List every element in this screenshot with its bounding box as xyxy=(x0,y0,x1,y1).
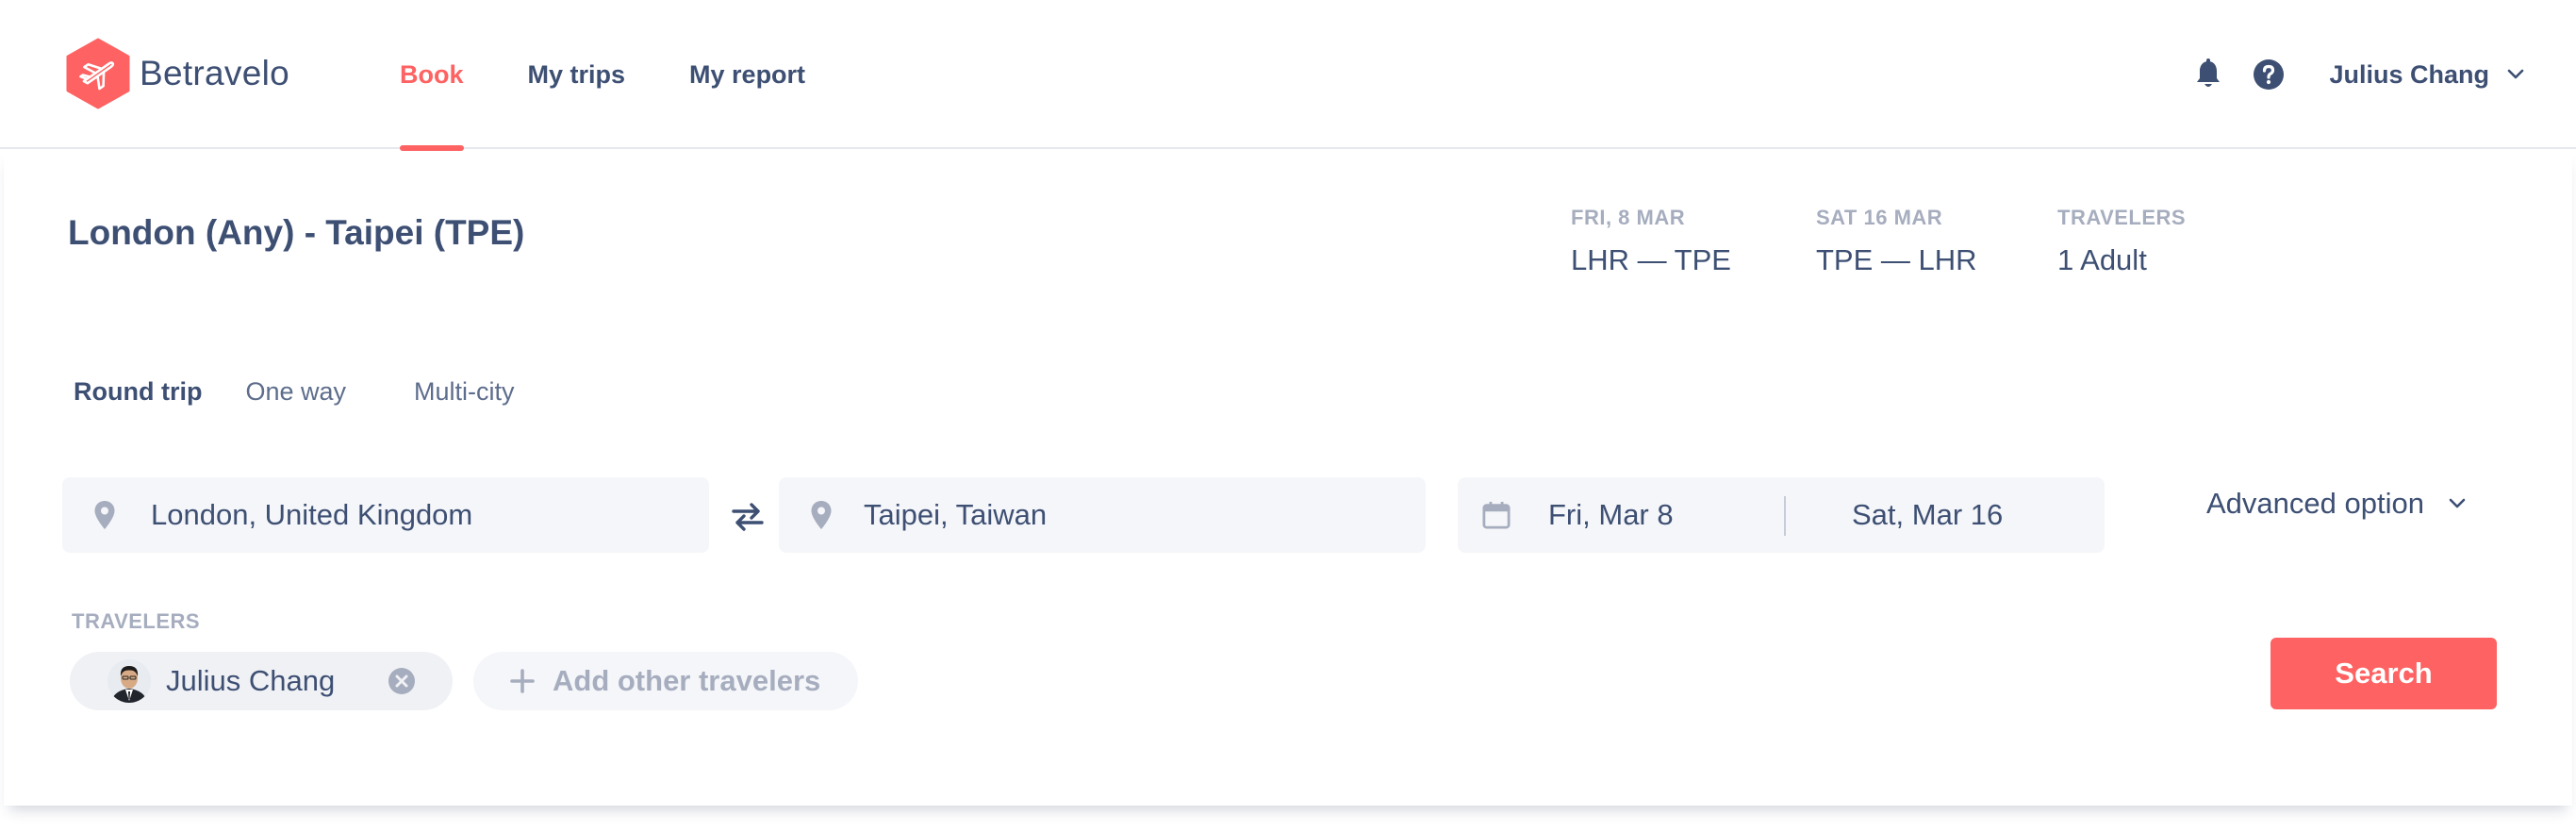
calendar-icon xyxy=(1482,498,1511,532)
swap-icon[interactable] xyxy=(726,498,769,536)
traveler-name: Julius Chang xyxy=(166,664,336,697)
return-date-value[interactable]: Sat, Mar 16 xyxy=(1852,498,2003,532)
header-actions: Julius Chang xyxy=(2189,53,2527,96)
trip-type-multi-city[interactable]: Multi-city xyxy=(414,377,515,407)
summary-return-route: TPE — LHR xyxy=(1816,243,1977,276)
destination-value: Taipei, Taiwan xyxy=(864,498,1048,531)
search-card: London (Any) - Taipei (TPE) FRI, 8 MAR L… xyxy=(4,151,2572,806)
location-pin-icon xyxy=(807,498,835,532)
brand-logo[interactable]: Betravelo xyxy=(66,38,289,109)
depart-date-value[interactable]: Fri, Mar 8 xyxy=(1548,498,1674,532)
top-header: Betravelo Book My trips My report Julius… xyxy=(0,0,2576,151)
summary-return: SAT 16 MAR TPE — LHR xyxy=(1816,206,1977,277)
remove-traveler-icon[interactable] xyxy=(388,667,416,695)
avatar xyxy=(107,659,151,703)
origin-field[interactable]: London, United Kingdom xyxy=(62,477,709,553)
summary-travelers: TRAVELERS 1 Adult xyxy=(2057,206,2186,277)
help-icon[interactable] xyxy=(2250,56,2287,93)
add-travelers-label: Add other travelers xyxy=(553,664,821,697)
origin-value: London, United Kingdom xyxy=(151,498,473,531)
summary-outbound-date: FRI, 8 MAR xyxy=(1571,206,1686,229)
main-nav: Book My trips My report xyxy=(400,0,869,151)
brand-name: Betravelo xyxy=(140,54,290,92)
summary-travelers-label: TRAVELERS xyxy=(2057,206,2187,229)
nav-my-report[interactable]: My report xyxy=(689,0,805,149)
traveler-chip[interactable]: Julius Chang xyxy=(70,652,453,710)
date-range-field[interactable]: Fri, Mar 8 Sat, Mar 16 xyxy=(1458,477,2105,553)
summary-outbound: FRI, 8 MAR LHR — TPE xyxy=(1571,206,1731,277)
trip-type-selector: Round trip One way Multi-city xyxy=(74,377,556,407)
trip-type-one-way[interactable]: One way xyxy=(245,377,346,407)
summary-travelers-count: 1 Adult xyxy=(2057,243,2147,276)
nav-my-trips[interactable]: My trips xyxy=(528,0,626,149)
trip-type-round-trip[interactable]: Round trip xyxy=(74,377,202,407)
chevron-down-icon xyxy=(2447,493,2468,514)
page-title: London (Any) - Taipei (TPE) xyxy=(68,213,525,252)
add-travelers-button[interactable]: Add other travelers xyxy=(473,652,858,710)
summary-return-date: SAT 16 MAR xyxy=(1816,206,1943,229)
plane-logo-icon xyxy=(66,38,130,109)
nav-book[interactable]: Book xyxy=(400,0,464,151)
chevron-down-icon[interactable] xyxy=(2504,63,2527,86)
search-button[interactable]: Search xyxy=(2271,638,2497,709)
advanced-option-label: Advanced option xyxy=(2206,487,2424,520)
plus-icon xyxy=(509,668,536,694)
bell-icon[interactable] xyxy=(2189,56,2227,93)
user-menu-name[interactable]: Julius Chang xyxy=(2329,60,2489,90)
date-divider xyxy=(1784,496,1786,536)
location-pin-icon xyxy=(91,498,119,532)
destination-field[interactable]: Taipei, Taiwan xyxy=(779,477,1426,553)
summary-outbound-route: LHR — TPE xyxy=(1571,243,1731,276)
travelers-label: TRAVELERS xyxy=(72,609,201,633)
advanced-option-toggle[interactable]: Advanced option xyxy=(2206,487,2468,521)
